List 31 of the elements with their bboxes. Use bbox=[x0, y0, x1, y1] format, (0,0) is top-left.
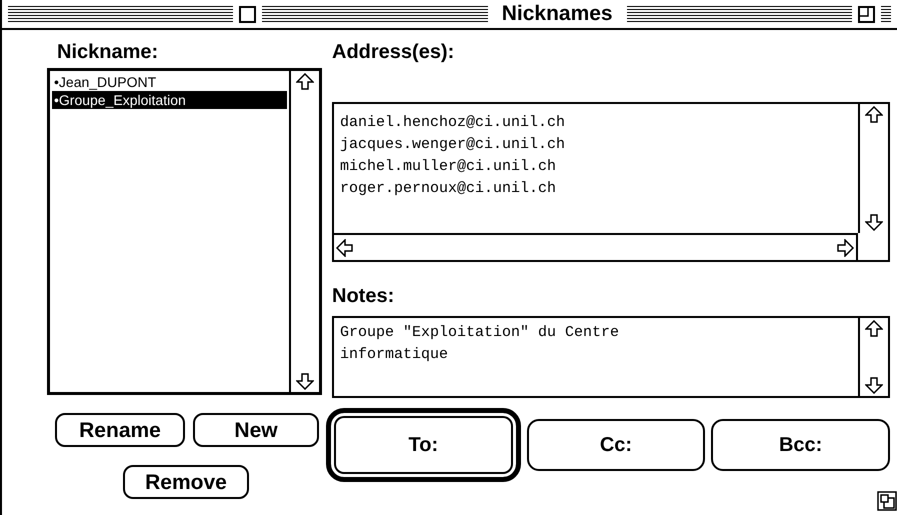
address-field[interactable]: daniel.henchoz@ci.unil.ch jacques.wenger@ci.unil.ch michel.muller@ci.unil.ch roger.pernoux@ci.unil.ch bbox=[332, 102, 890, 262]
notes-field[interactable]: Groupe "Exploitation" du Centre informatique bbox=[332, 316, 890, 398]
horizontal-scroll-bar[interactable] bbox=[334, 233, 858, 260]
close-box-icon[interactable] bbox=[239, 6, 256, 22]
notes-label: Notes: bbox=[332, 284, 396, 309]
push-button[interactable]: Cc: bbox=[526, 419, 706, 471]
scroll-up-arrow-icon[interactable] bbox=[296, 73, 314, 91]
address-line: michel.muller@ci.unil.ch bbox=[340, 157, 558, 177]
push-button[interactable]: New bbox=[193, 413, 319, 447]
addresses-label: Address(es): bbox=[332, 40, 456, 65]
push-button[interactable]: Remove bbox=[123, 465, 249, 499]
address-line: daniel.henchoz@ci.unil.ch bbox=[340, 113, 566, 133]
window-title: Nicknames bbox=[500, 1, 614, 28]
list-item[interactable]: •Groupe_Exploitation bbox=[52, 91, 287, 109]
address-line: jacques.wenger@ci.unil.ch bbox=[340, 135, 566, 155]
notes-line: Groupe "Exploitation" du Centre bbox=[340, 323, 620, 343]
scroll-down-arrow-icon[interactable] bbox=[865, 213, 883, 231]
push-button[interactable]: To: bbox=[326, 408, 521, 482]
notes-line: informatique bbox=[340, 345, 450, 365]
resize-grip-icon[interactable] bbox=[877, 491, 897, 511]
scroll-up-arrow-icon[interactable] bbox=[865, 106, 883, 124]
zoom-box-icon[interactable] bbox=[858, 6, 875, 22]
push-button[interactable]: Bcc: bbox=[711, 419, 890, 471]
push-button[interactable]: Rename bbox=[55, 413, 185, 447]
scroll-down-arrow-icon[interactable] bbox=[296, 372, 314, 390]
nickname-label: Nickname: bbox=[57, 40, 160, 65]
address-line: roger.pernoux@ci.unil.ch bbox=[340, 179, 558, 199]
scroll-left-arrow-icon[interactable] bbox=[336, 238, 354, 256]
scroll-up-arrow-icon[interactable] bbox=[865, 320, 883, 338]
scroll-down-arrow-icon[interactable] bbox=[865, 376, 883, 394]
scroll-right-arrow-icon[interactable] bbox=[836, 238, 854, 256]
